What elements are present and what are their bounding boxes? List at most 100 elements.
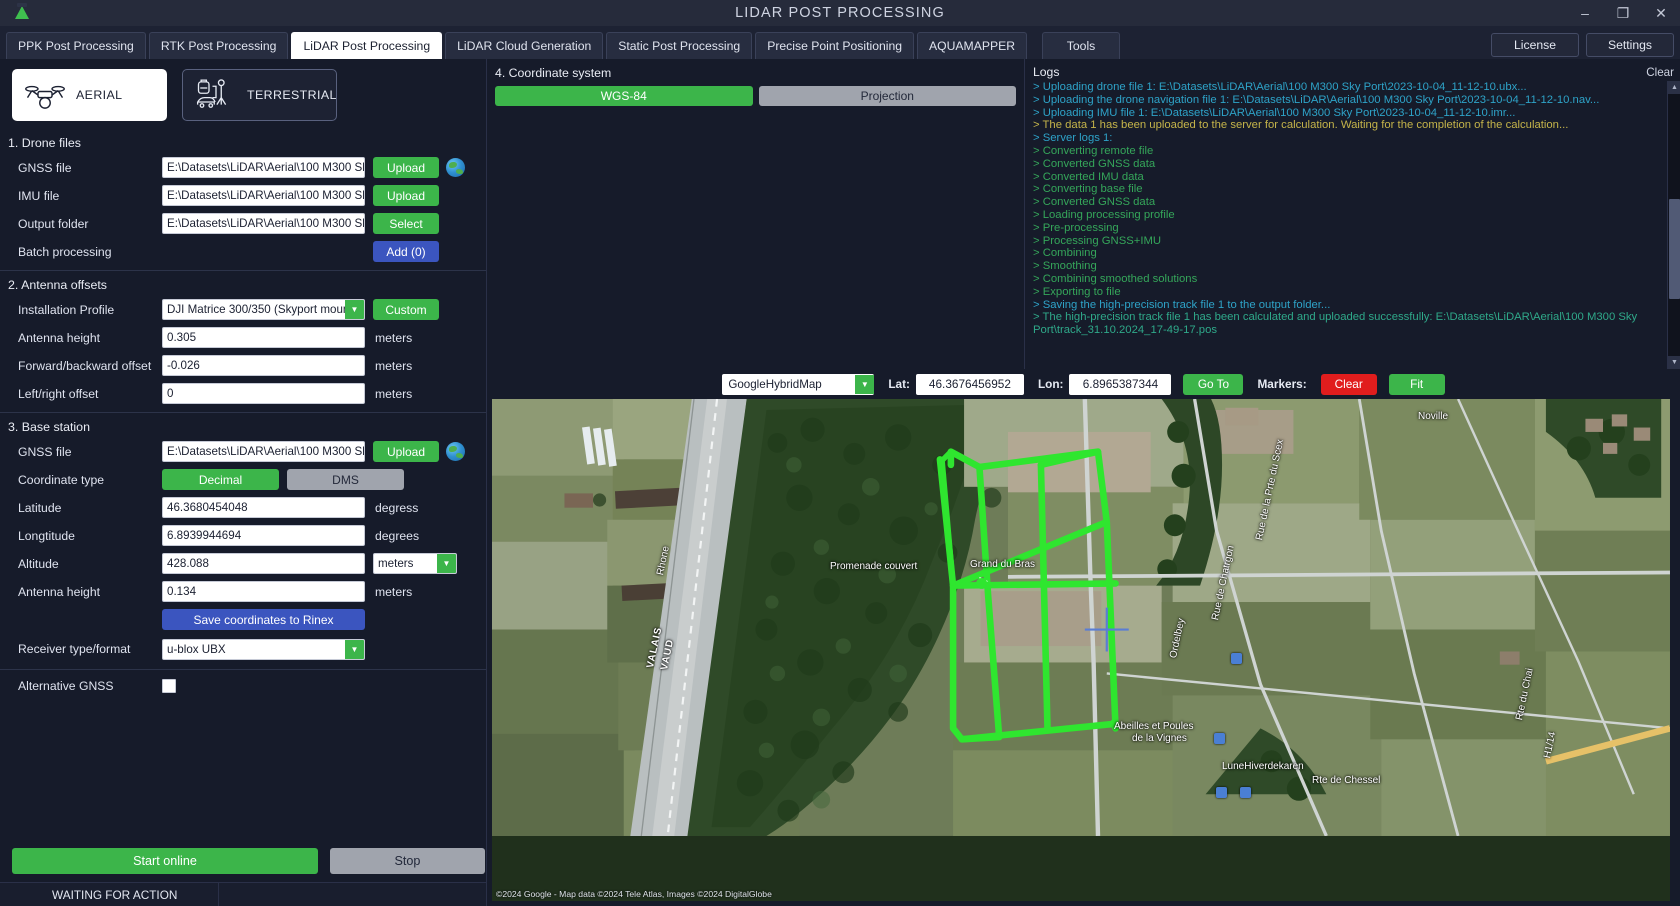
logs-list[interactable]: > Uploading drone file 1: E:\Datasets\Li… [1025,81,1667,369]
log-line: > Combining smoothed solutions [1033,272,1198,285]
left-config-panel: AERIAL TERRESTRIAL 1. Drone files GNSS f… [0,59,487,906]
row-coordinate-type: Coordinate type Decimal DMS [0,467,486,492]
stop-button[interactable]: Stop [330,848,485,874]
longitude-input[interactable]: 6.8939944694 [162,525,365,546]
coordinate-system-wgs84[interactable]: WGS-84 [495,86,753,106]
map-poi-marker[interactable] [1240,787,1251,798]
map-poi-marker[interactable] [1216,787,1227,798]
altitude-input[interactable]: 428.088 [162,553,365,574]
log-line: > Converted GNSS data [1033,196,1156,209]
mode-selector: AERIAL TERRESTRIAL [0,59,486,129]
custom-profile-button[interactable]: Custom [373,299,439,320]
log-line: > Converted GNSS data [1033,157,1156,170]
map-poi-marker[interactable] [1231,653,1242,664]
status-text: WAITING FOR ACTION [52,887,178,902]
mode-card-aerial[interactable]: AERIAL [12,69,167,121]
map-fit-button[interactable]: Fit [1388,373,1445,395]
window-title: LIDAR POST PROCESSING [735,5,945,21]
row-base-antenna-height: Antenna height 0.134 meters [0,579,486,604]
tab-static-post-processing[interactable]: Static Post Processing [606,32,753,59]
altitude-unit-value: meters [378,557,414,570]
installation-profile-select[interactable]: DJI Matrice 300/350 (Skyport mount) ▼ [162,299,365,320]
map-view[interactable]: Rhone VALAIS VAUD Promenade couvert Gran… [492,399,1670,901]
output-folder-input[interactable]: E:\Datasets\LiDAR\Aerial\100 M300 Sky Po [162,213,365,234]
lat-input[interactable]: 46.3676456952 [915,373,1024,395]
scroll-up-icon[interactable]: ▲ [1668,81,1680,94]
globe-icon[interactable] [446,442,465,461]
imu-file-input[interactable]: E:\Datasets\LiDAR\Aerial\100 M300 Sky Po [162,185,365,206]
coordinate-type-label: Coordinate type [18,472,105,487]
chevron-down-icon[interactable]: ▼ [345,639,364,659]
coordinate-system-panel: 4. Coordinate system WGS-84 Projection [487,59,1025,369]
chevron-down-icon[interactable]: ▼ [437,554,456,573]
log-line: > Converted IMU data [1033,170,1144,183]
tab-precise-point-positioning[interactable]: Precise Point Positioning [755,32,915,59]
gnss-file-input[interactable]: E:\Datasets\LiDAR\Aerial\100 M300 Sky Po [162,157,365,178]
scroll-down-icon[interactable]: ▼ [1668,356,1680,369]
receiver-type-select[interactable]: u-blox UBX ▼ [162,638,365,660]
log-line: > The data 1 has been uploaded to the se… [1033,119,1569,132]
chevron-down-icon[interactable]: ▼ [345,300,364,319]
row-save-rinex: Save coordinates to Rinex [0,607,486,632]
imu-file-label: IMU file [18,188,60,203]
tab-lidar-cloud-generation[interactable]: LiDAR Cloud Generation [445,32,604,59]
row-longitude: Longtitude 6.8939944694 degrees [0,523,486,548]
latitude-input[interactable]: 46.3680454048 [162,497,365,518]
markers-clear-button[interactable]: Clear [1320,373,1377,395]
mode-card-terrestrial[interactable]: TERRESTRIAL [182,69,337,121]
batch-add-button[interactable]: Add (0) [373,241,439,262]
main-tab-bar: PPK Post Processing RTK Post Processing … [0,26,1680,59]
log-line: > Saving the high-precision track file 1… [1033,298,1331,311]
map-provider-select[interactable]: GoogleHybridMap ▼ [722,373,875,395]
tab-rtk-post-processing[interactable]: RTK Post Processing [148,32,289,59]
logs-panel: Logs Clear > Uploading drone file 1: E:\… [1025,59,1680,369]
coordinate-system-projection[interactable]: Projection [758,86,1016,106]
tab-aquamapper[interactable]: AQUAMAPPER [917,32,1028,59]
map-poi-marker[interactable] [1214,733,1225,744]
forward-backward-offset-input[interactable]: -0.026 [162,355,365,376]
logs-scrollbar[interactable]: ▲ ▼ [1667,81,1680,369]
row-gnss-file: GNSS file E:\Datasets\LiDAR\Aerial\100 M… [0,155,486,180]
altitude-label: Altitude [18,556,59,571]
coordinate-type-dms[interactable]: DMS [287,469,404,490]
markers-label: Markers: [1257,377,1307,391]
alternative-gnss-checkbox[interactable] [162,679,176,693]
antenna-height-input[interactable]: 0.305 [162,327,365,348]
maximize-icon[interactable]: ❐ [1604,0,1642,26]
altitude-unit-select[interactable]: meters ▼ [373,553,457,574]
base-antenna-height-input[interactable]: 0.134 [162,581,365,602]
close-icon[interactable]: ✕ [1642,0,1680,26]
globe-icon[interactable] [446,158,465,177]
forward-backward-offset-label: Forward/backward offset [18,358,152,373]
license-button[interactable]: License [1491,33,1579,57]
latitude-label: Latitude [18,500,62,515]
row-receiver-type: Receiver type/format u-blox UBX ▼ [0,635,486,663]
tab-ppk-post-processing[interactable]: PPK Post Processing [6,32,146,59]
logs-clear-button[interactable]: Clear [1646,66,1674,79]
lon-input[interactable]: 6.8965387344 [1069,373,1172,395]
right-area: 4. Coordinate system WGS-84 Projection L… [487,59,1680,906]
coordinate-type-decimal[interactable]: Decimal [162,469,279,490]
chevron-down-icon[interactable]: ▼ [855,374,875,394]
start-online-button[interactable]: Start online [12,848,318,874]
scrollbar-thumb[interactable] [1669,199,1680,299]
minimize-icon[interactable]: – [1566,0,1604,26]
log-line: > Uploading the drone navigation file 1:… [1033,93,1600,106]
map-provider-value: GoogleHybridMap [728,377,822,391]
save-coordinates-to-rinex-button[interactable]: Save coordinates to Rinex [162,609,365,630]
map-label-de-la-vignes: de la Vignes [1132,733,1187,744]
output-folder-label: Output folder [18,216,89,231]
antenna-height-unit: meters [375,330,413,345]
base-gnss-file-input[interactable]: E:\Datasets\LiDAR\Aerial\100 M300 Sky Po [162,441,365,462]
output-folder-select-button[interactable]: Select [373,213,439,234]
tab-tools[interactable]: Tools [1042,32,1121,59]
batch-processing-label: Batch processing [18,244,112,259]
go-to-button[interactable]: Go To [1183,373,1244,395]
base-gnss-upload-button[interactable]: Upload [373,441,439,462]
imu-upload-button[interactable]: Upload [373,185,439,206]
left-right-offset-input[interactable]: 0 [162,383,365,404]
settings-button[interactable]: Settings [1586,33,1674,57]
base-antenna-height-label: Antenna height [18,584,100,599]
gnss-upload-button[interactable]: Upload [373,157,439,178]
tab-lidar-post-processing[interactable]: LiDAR Post Processing [291,32,443,59]
